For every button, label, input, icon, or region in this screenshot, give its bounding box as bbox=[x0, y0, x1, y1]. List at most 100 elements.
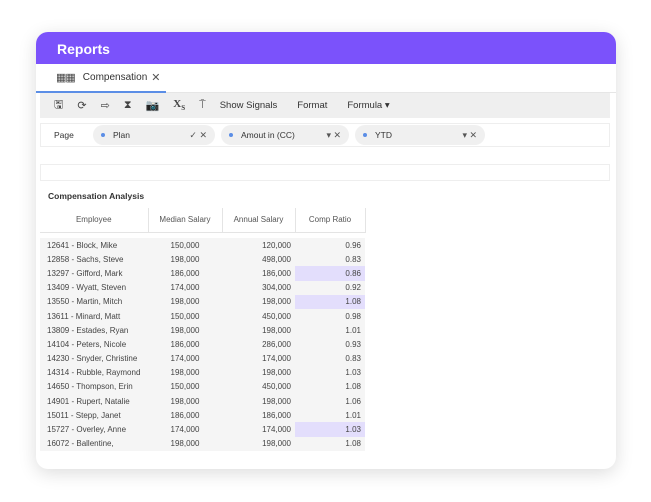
export-icon[interactable]: ⇨ bbox=[101, 99, 110, 112]
comp-ratio-cell: 1.01 bbox=[295, 408, 365, 423]
comp-ratio-cell: 0.93 bbox=[295, 337, 365, 352]
tab-bar: ▦▦ Compensation ✕ bbox=[36, 64, 616, 93]
comp-ratio-cell: 0.98 bbox=[295, 308, 365, 324]
annual-salary-cell: 198,000 bbox=[222, 365, 295, 380]
chip-label: YTD bbox=[375, 130, 392, 140]
median-salary-cell: 174,000 bbox=[148, 422, 222, 437]
page-label: Page bbox=[54, 130, 74, 140]
filter-bar: Page Plan ✓ ✕ Amout in (CC) ▾ ✕ YTD ▾ ✕ bbox=[40, 123, 610, 147]
app-title: Reports bbox=[36, 32, 616, 64]
comp-ratio-cell: 1.03 bbox=[295, 365, 365, 380]
comp-ratio-cell: 1.03 bbox=[295, 422, 365, 437]
median-salary-cell: 150,000 bbox=[148, 308, 222, 324]
annual-salary-cell: 450,000 bbox=[222, 379, 295, 395]
annual-salary-cell: 174,000 bbox=[222, 422, 295, 437]
median-salary-cell: 150,000 bbox=[148, 379, 222, 395]
close-tab-icon[interactable]: ✕ bbox=[151, 71, 160, 84]
table-row[interactable]: 13809 - Estades, Ryan 198,000 198,000 1.01 bbox=[40, 323, 365, 338]
dot-icon bbox=[363, 133, 367, 137]
employee-cell: 12641 - Block, Mike bbox=[40, 238, 148, 253]
annual-salary-cell: 286,000 bbox=[222, 337, 295, 352]
table-row[interactable]: 14230 - Snyder, Christine 174,000 174,000 0… bbox=[40, 351, 365, 366]
median-salary-cell: 198,000 bbox=[148, 365, 222, 380]
column-header[interactable]: Annual Salary bbox=[222, 208, 296, 233]
employee-cell: 14901 - Rupert, Natalie bbox=[40, 394, 148, 409]
table-row[interactable]: 13550 - Martin, Mitch 198,000 198,000 1.08 bbox=[40, 294, 365, 309]
median-salary-cell: 198,000 bbox=[148, 323, 222, 338]
column-header[interactable]: Employee bbox=[40, 208, 149, 233]
dot-icon bbox=[101, 133, 105, 137]
median-salary-cell: 174,000 bbox=[148, 280, 222, 295]
report-title: Compensation Analysis bbox=[48, 191, 145, 201]
employee-cell: 14314 - Rubble, Raymond bbox=[40, 365, 148, 380]
annual-salary-cell: 498,000 bbox=[222, 252, 295, 267]
save-icon[interactable]: 🖫 bbox=[54, 96, 63, 115]
comp-ratio-cell: 1.06 bbox=[295, 394, 365, 409]
median-salary-cell: 198,000 bbox=[148, 252, 222, 267]
annual-salary-cell: 198,000 bbox=[222, 323, 295, 338]
format-button[interactable]: Format bbox=[297, 100, 327, 111]
employee-cell: 13611 - Minard, Matt bbox=[40, 308, 148, 324]
table-row[interactable]: 12858 - Sachs, Steve 198,000 498,000 0.83 bbox=[40, 252, 365, 267]
table-row[interactable]: 13297 - Gifford, Mark 186,000 186,000 0.86 bbox=[40, 266, 365, 281]
column-header[interactable]: Comp Ratio bbox=[295, 208, 366, 233]
employee-cell: 14650 - Thompson, Erin bbox=[40, 379, 148, 395]
comp-ratio-cell: 0.96 bbox=[295, 238, 365, 253]
employee-cell: 13409 - Wyatt, Steven bbox=[40, 280, 148, 295]
filter-chip-amount[interactable]: Amout in (CC) ▾ ✕ bbox=[221, 125, 349, 145]
table-row[interactable]: 15727 - Overley, Anne 174,000 174,000 1.03 bbox=[40, 422, 365, 437]
empty-bar bbox=[40, 164, 610, 181]
table-row[interactable]: 12641 - Block, Mike 150,000 120,000 0.96 bbox=[40, 238, 365, 253]
annual-salary-cell: 174,000 bbox=[222, 351, 295, 366]
reports-window: Reports ▦▦ Compensation ✕ 🖫 ⟳ ⇨ ⧗ 📷 XS ⍑… bbox=[36, 32, 616, 469]
employee-cell: 15727 - Overley, Anne bbox=[40, 422, 148, 437]
annual-salary-cell: 198,000 bbox=[222, 436, 295, 451]
tab-label: Compensation bbox=[82, 72, 148, 83]
chip-label: Amout in (CC) bbox=[241, 130, 295, 140]
comp-ratio-cell: 1.08 bbox=[295, 294, 365, 309]
median-salary-cell: 198,000 bbox=[148, 394, 222, 409]
refresh-icon[interactable]: ⟳ bbox=[77, 99, 86, 112]
compensation-table: Employee Median Salary Annual Salary Com… bbox=[40, 208, 366, 451]
filter-chip-plan[interactable]: Plan ✓ ✕ bbox=[93, 125, 215, 145]
table-row[interactable]: 14314 - Rubble, Raymond 198,000 198,000 1.0… bbox=[40, 365, 365, 380]
employee-cell: 14230 - Snyder, Christine bbox=[40, 351, 148, 366]
table-row[interactable]: 14104 - Peters, Nicole 186,000 286,000 0.93 bbox=[40, 337, 365, 352]
table-row[interactable]: 14650 - Thompson, Erin 150,000 450,000 1.08 bbox=[40, 379, 365, 395]
annual-salary-cell: 186,000 bbox=[222, 266, 295, 281]
median-salary-cell: 150,000 bbox=[148, 238, 222, 253]
employee-cell: 14104 - Peters, Nicole bbox=[40, 337, 148, 352]
comp-ratio-cell: 0.83 bbox=[295, 252, 365, 267]
annual-salary-cell: 120,000 bbox=[222, 238, 295, 253]
filter-chip-ytd[interactable]: YTD ▾ ✕ bbox=[355, 125, 485, 145]
employee-cell: 13809 - Estades, Ryan bbox=[40, 323, 148, 338]
comp-ratio-cell: 1.08 bbox=[295, 379, 365, 395]
employee-cell: 13297 - Gifford, Mark bbox=[40, 266, 148, 281]
annual-salary-cell: 198,000 bbox=[222, 294, 295, 309]
median-salary-cell: 198,000 bbox=[148, 294, 222, 309]
chip-controls[interactable]: ✓ ✕ bbox=[189, 130, 207, 141]
column-header[interactable]: Median Salary bbox=[148, 208, 223, 233]
table-row[interactable]: 15011 - Stepp, Janet 186,000 186,000 1.01 bbox=[40, 408, 365, 423]
formula-dropdown[interactable]: Formula ▾ bbox=[347, 100, 389, 111]
employee-cell: 12858 - Sachs, Steve bbox=[40, 252, 148, 267]
table-row[interactable]: 13409 - Wyatt, Steven 174,000 304,000 0.92 bbox=[40, 280, 365, 295]
toolbar: 🖫 ⟳ ⇨ ⧗ 📷 XS ⍑ Show Signals Format Formu… bbox=[40, 93, 610, 118]
show-signals-button[interactable]: Show Signals bbox=[220, 100, 278, 111]
variable-icon[interactable]: XS bbox=[173, 98, 185, 112]
camera-icon[interactable]: 📷 bbox=[146, 99, 160, 112]
employee-cell: 16072 - Ballentine, bbox=[40, 436, 148, 451]
paint-roller-icon[interactable]: ⍑ bbox=[199, 99, 206, 112]
chip-controls[interactable]: ▾ ✕ bbox=[462, 130, 477, 141]
grid-report-icon: ▦▦ bbox=[56, 72, 76, 84]
table-row[interactable]: 14901 - Rupert, Natalie 198,000 198,000 1.0… bbox=[40, 394, 365, 409]
table-row[interactable]: 13611 - Minard, Matt 150,000 450,000 0.98 bbox=[40, 308, 365, 324]
chip-controls[interactable]: ▾ ✕ bbox=[326, 130, 341, 141]
median-salary-cell: 186,000 bbox=[148, 408, 222, 423]
tab-compensation[interactable]: ▦▦ Compensation ✕ bbox=[36, 64, 166, 93]
annual-salary-cell: 198,000 bbox=[222, 394, 295, 409]
chip-label: Plan bbox=[113, 130, 131, 140]
hourglass-icon[interactable]: ⧗ bbox=[124, 99, 132, 112]
median-salary-cell: 198,000 bbox=[148, 436, 222, 451]
table-row[interactable]: 16072 - Ballentine, 198,000 198,000 1.08 bbox=[40, 436, 365, 451]
